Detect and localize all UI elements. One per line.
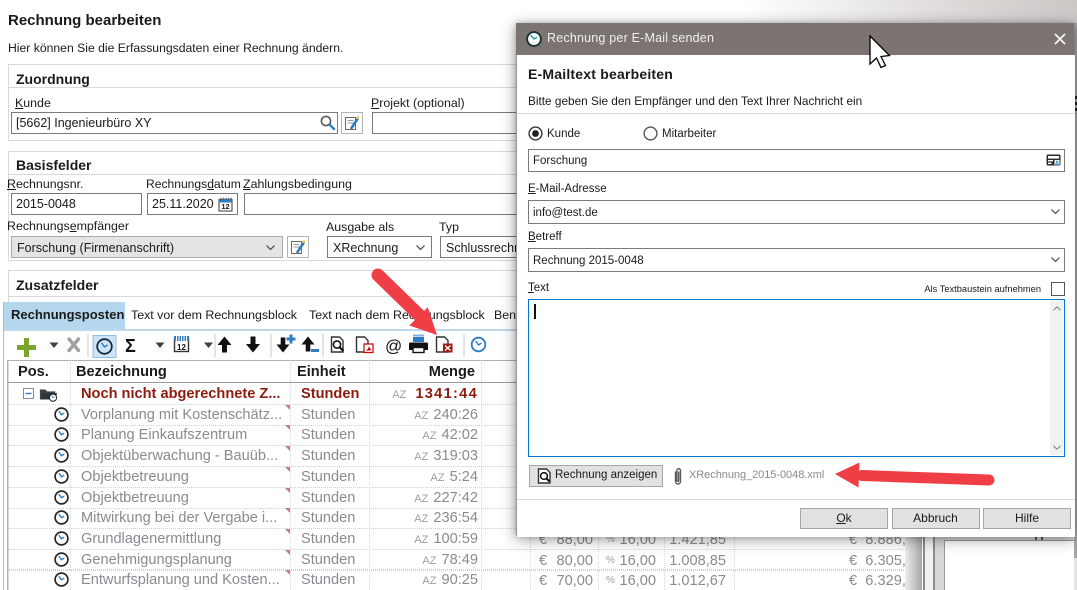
svg-text:12: 12 bbox=[177, 343, 186, 352]
svg-text:@: @ bbox=[385, 337, 402, 356]
svg-text:Σ: Σ bbox=[125, 336, 136, 356]
